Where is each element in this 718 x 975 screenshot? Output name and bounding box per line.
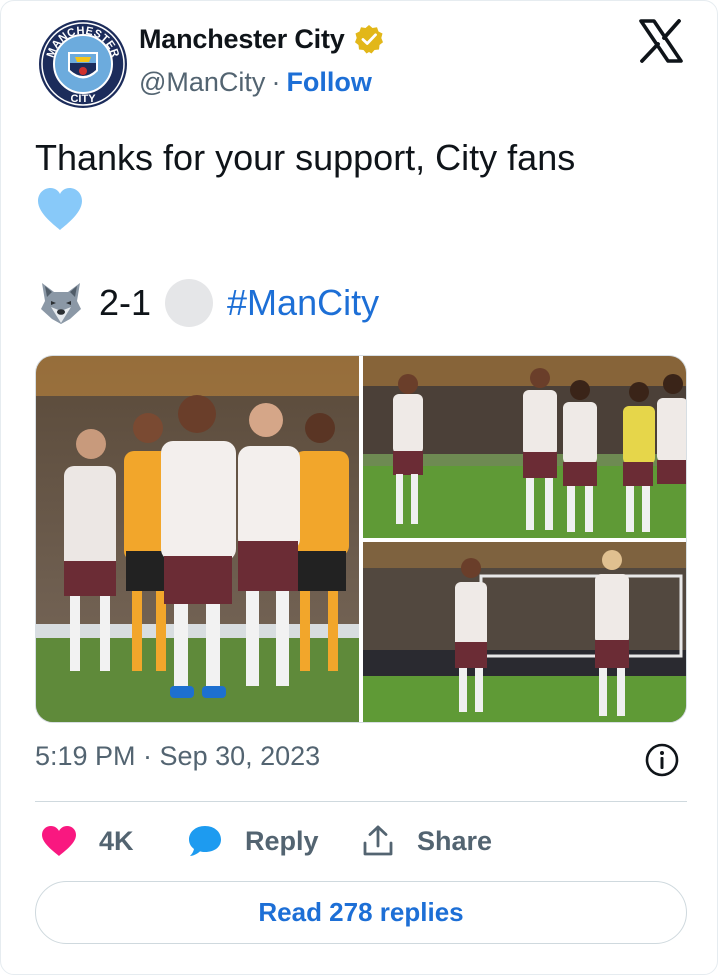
football-placeholder-icon <box>165 279 214 327</box>
media-grid <box>35 355 687 723</box>
avatar[interactable]: MANCHESTER CITY <box>35 16 131 112</box>
light-blue-heart-icon <box>38 188 82 230</box>
read-replies-button[interactable]: Read 278 replies <box>35 881 687 944</box>
team-line-photo[interactable] <box>363 356 686 538</box>
follow-link[interactable]: Follow <box>286 67 371 98</box>
author-display-name[interactable]: Manchester City <box>139 24 345 55</box>
share-label: Share <box>417 825 493 856</box>
tweet-text-line: Thanks for your support, City fans <box>35 137 576 178</box>
share-upload-icon <box>363 825 393 856</box>
author-name-row: Manchester City <box>139 23 385 55</box>
hashtag-link[interactable]: #ManCity <box>227 282 379 324</box>
author-handle[interactable]: @ManCity <box>139 67 265 98</box>
x-logo-icon[interactable] <box>638 19 684 63</box>
reply-label: Reply <box>245 825 319 856</box>
speech-bubble-icon <box>189 826 221 856</box>
tweet-text: Thanks for your support, City fans <box>35 136 685 232</box>
reply-button[interactable]: Reply <box>187 819 319 863</box>
wolf-face-icon <box>41 283 81 324</box>
divider <box>35 801 687 802</box>
separator-dot: · <box>271 67 281 97</box>
svg-text:CITY: CITY <box>70 93 96 105</box>
info-icon[interactable] <box>644 742 680 778</box>
like-button[interactable]: 4K <box>41 819 134 863</box>
tweet-card: MANCHESTER CITY Manchester City @ManCity… <box>0 0 718 975</box>
like-count: 4K <box>99 825 134 856</box>
verified-badge-icon <box>354 25 383 54</box>
match-score: 2-1 <box>99 282 152 323</box>
share-button[interactable]: Share <box>361 819 492 863</box>
club-crest-icon: MANCHESTER CITY <box>36 17 130 111</box>
two-players-applauding-photo[interactable] <box>363 542 686 722</box>
tweet-timestamp[interactable]: 5:19 PM · Sep 30, 2023 <box>35 741 320 772</box>
players-applauding-photo[interactable] <box>36 356 359 722</box>
author-handle-row: @ManCity · Follow <box>139 67 372 98</box>
score-row: 2-1 #ManCity <box>37 279 379 327</box>
heart-icon <box>42 826 76 856</box>
